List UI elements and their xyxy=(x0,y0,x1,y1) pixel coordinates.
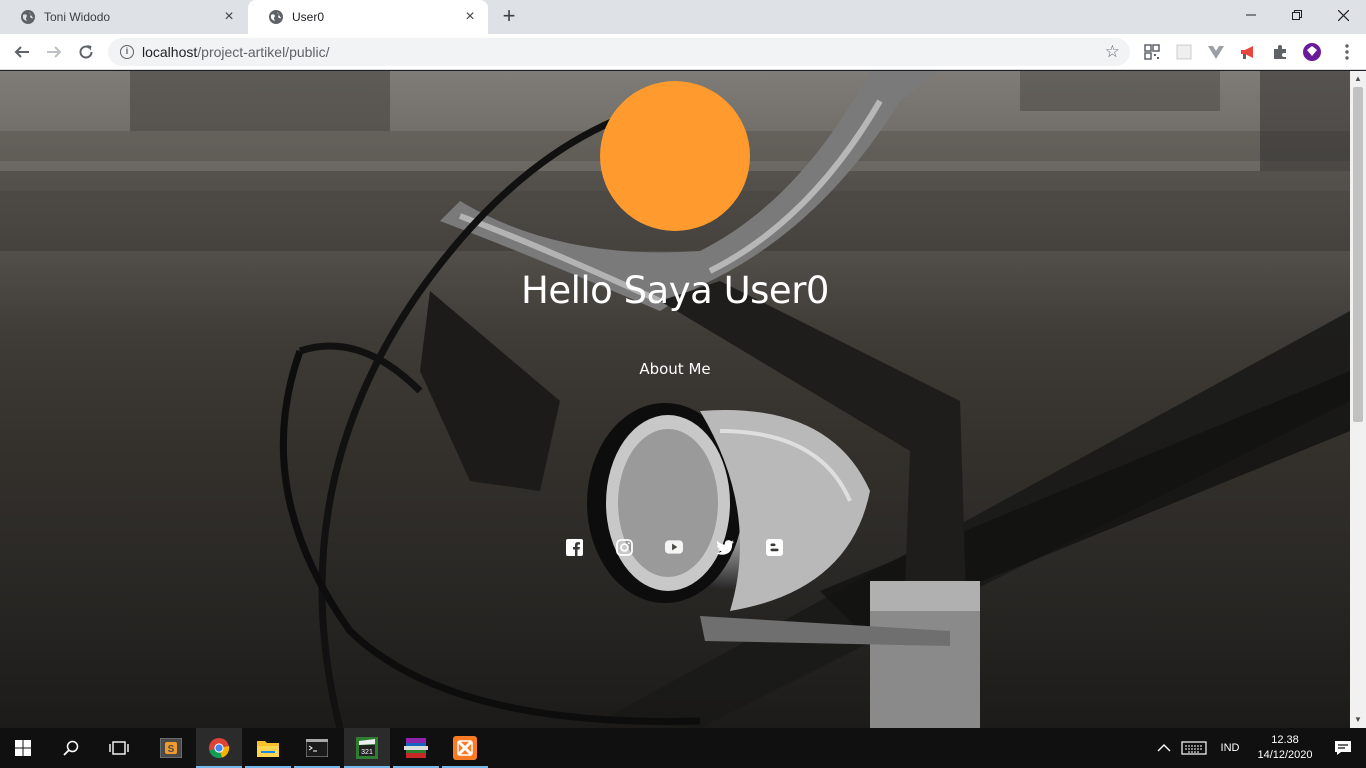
taskbar-xampp[interactable] xyxy=(442,728,488,768)
taskbar-file-explorer[interactable] xyxy=(245,728,291,768)
xampp-icon xyxy=(453,736,477,760)
scroll-thumb[interactable] xyxy=(1353,87,1363,422)
qr-code-icon[interactable] xyxy=(1143,43,1161,61)
profile-avatar xyxy=(600,81,750,231)
search-button[interactable] xyxy=(48,728,94,768)
facebook-link[interactable] xyxy=(565,538,583,556)
terminal-icon xyxy=(306,739,328,757)
scroll-up-arrow-icon[interactable]: ▲ xyxy=(1350,71,1366,87)
twitter-icon xyxy=(716,539,734,555)
search-icon xyxy=(63,740,79,756)
taskbar-chrome[interactable] xyxy=(196,728,242,768)
page-viewport: Hello Saya User0 About Me xyxy=(0,71,1350,728)
tab-toni-widodo[interactable]: Toni Widodo × xyxy=(0,0,247,34)
minimize-icon xyxy=(1246,14,1256,16)
restore-button[interactable] xyxy=(1274,0,1320,30)
clock-time: 12.38 xyxy=(1271,734,1299,746)
about-me-link[interactable]: About Me xyxy=(0,360,1350,378)
windows-taskbar: S 321 IND 12.38 14/12/2020 xyxy=(0,728,1366,768)
svg-text:S: S xyxy=(168,744,175,755)
touch-keyboard-icon[interactable] xyxy=(1178,738,1210,758)
taskbar-clock[interactable]: 12.38 14/12/2020 xyxy=(1250,733,1320,763)
address-bar[interactable]: i localhost/project-artikel/public/ ☆ xyxy=(108,38,1130,66)
clock-date: 14/12/2020 xyxy=(1257,749,1313,761)
hero-title: Hello Saya User0 xyxy=(521,269,829,312)
profile-avatar-icon[interactable] xyxy=(1302,42,1322,62)
browser-toolbar: i localhost/project-artikel/public/ ☆ xyxy=(0,34,1366,70)
extensions-puzzle-icon[interactable] xyxy=(1271,43,1289,61)
tab-user0[interactable]: User0 × xyxy=(248,0,488,34)
notification-icon xyxy=(1335,741,1351,755)
new-tab-button[interactable]: + xyxy=(496,5,522,29)
svg-text:321: 321 xyxy=(361,749,373,756)
twitter-link[interactable] xyxy=(716,538,734,556)
url-host: localhost xyxy=(142,44,198,60)
reload-button[interactable] xyxy=(72,38,100,66)
winrar-icon xyxy=(404,738,428,758)
input-language-indicator[interactable]: IND xyxy=(1210,742,1250,754)
scroll-down-arrow-icon[interactable]: ▼ xyxy=(1350,712,1366,728)
arrow-left-icon xyxy=(14,46,29,58)
window-controls xyxy=(1228,0,1366,34)
taskbar-command-prompt[interactable] xyxy=(294,728,340,768)
tab-strip: Toni Widodo × User0 × + xyxy=(0,0,1366,34)
instagram-link[interactable] xyxy=(615,538,633,556)
action-center-button[interactable] xyxy=(1320,728,1366,768)
site-info-icon[interactable]: i xyxy=(120,45,134,59)
arrow-right-icon xyxy=(47,46,62,58)
minimize-button[interactable] xyxy=(1228,0,1274,30)
youtube-link[interactable] xyxy=(665,538,683,556)
facebook-icon xyxy=(565,538,583,556)
blogger-icon xyxy=(765,538,783,556)
close-tab-icon[interactable]: × xyxy=(462,9,478,25)
extension-square-icon[interactable] xyxy=(1175,43,1193,61)
back-button[interactable] xyxy=(8,38,36,66)
megaphone-icon[interactable] xyxy=(1239,43,1257,61)
page-scrollbar[interactable]: ▲ ▼ xyxy=(1350,71,1366,728)
vue-devtools-icon[interactable] xyxy=(1207,43,1225,61)
globe-icon xyxy=(21,10,35,24)
bookmark-star-icon[interactable]: ☆ xyxy=(1105,43,1120,60)
sublime-text-icon: S xyxy=(160,738,182,758)
tab-title: User0 xyxy=(292,10,325,24)
taskbar-media-player[interactable]: 321 xyxy=(344,728,390,768)
task-view-button[interactable] xyxy=(96,728,142,768)
forward-button[interactable] xyxy=(40,38,68,66)
media-player-icon: 321 xyxy=(356,737,378,759)
close-tab-icon[interactable]: × xyxy=(221,9,237,25)
globe-icon xyxy=(269,10,283,24)
folder-icon xyxy=(257,741,279,757)
start-button[interactable] xyxy=(0,728,46,768)
youtube-icon xyxy=(665,540,683,554)
tab-title: Toni Widodo xyxy=(44,10,111,24)
task-view-icon xyxy=(109,741,129,755)
close-window-button[interactable] xyxy=(1320,0,1366,30)
url-path: /project-artikel/public/ xyxy=(197,44,330,60)
show-hidden-icons-chevron-up-icon[interactable] xyxy=(1150,738,1178,758)
restore-icon xyxy=(1292,10,1302,20)
instagram-icon xyxy=(615,538,633,556)
menu-dots-icon[interactable] xyxy=(1338,43,1356,61)
taskbar-winrar[interactable] xyxy=(393,728,439,768)
blogger-link[interactable] xyxy=(765,538,783,556)
chrome-icon xyxy=(209,738,230,758)
close-icon xyxy=(1337,9,1349,21)
windows-logo-icon xyxy=(15,740,31,756)
system-tray: IND 12.38 14/12/2020 xyxy=(1150,728,1366,768)
reload-icon xyxy=(79,45,93,59)
taskbar-sublime-text[interactable]: S xyxy=(148,728,194,768)
